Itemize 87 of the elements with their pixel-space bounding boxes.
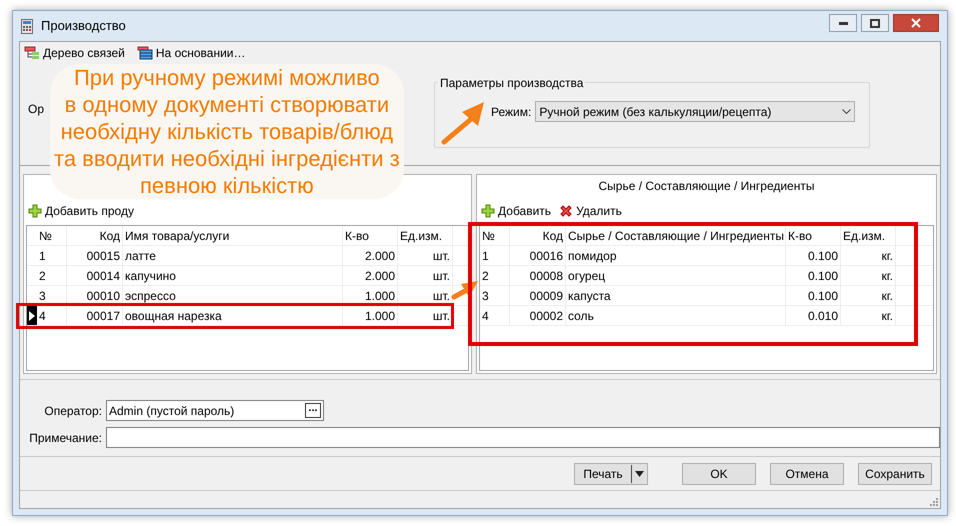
table-cell-text: 00017 <box>86 308 120 324</box>
close-button[interactable] <box>893 14 939 32</box>
plus-icon <box>481 204 496 218</box>
column-header[interactable]: № <box>39 226 52 244</box>
plus-icon <box>28 204 42 218</box>
close-icon <box>911 18 921 28</box>
mode-dropdown[interactable]: Ручной режим (без калькуляции/рецепта) <box>535 101 856 122</box>
dialog-button[interactable]: Сохранить <box>858 462 932 484</box>
table-cell-text: шт. <box>432 288 450 304</box>
table-cell-text: 2 <box>39 268 46 284</box>
delete-button[interactable]: Удалить <box>559 202 622 220</box>
column-header[interactable]: Ед.изм. <box>400 226 442 244</box>
operator-field[interactable]: Admin (пустой пароль) ... <box>106 400 324 421</box>
dialog-button[interactable]: OK <box>682 462 756 484</box>
column-header[interactable]: Ед.изм. <box>843 226 886 244</box>
calculator-icon <box>21 18 33 34</box>
table-cell-text: помидор <box>568 248 616 264</box>
table-cell-text: 00014 <box>86 268 120 284</box>
maximize-button[interactable] <box>861 14 889 32</box>
cross-icon <box>559 204 574 218</box>
annotation-callout: При ручному режимі можливо в одному документі створювати необхідну кількість товарів/блюд та вводити необхідні інгредієнти з певною кількістю <box>50 64 404 199</box>
table-cell-text: 00015 <box>86 248 120 264</box>
toolbar-button[interactable]: На основании… <box>136 44 246 62</box>
table-cell-text: 1 <box>39 248 46 264</box>
table-cell-text: шт. <box>432 308 450 324</box>
table-cell-text: 00016 <box>530 248 564 264</box>
table-cell-text: 4 <box>39 308 46 324</box>
note-field[interactable] <box>106 427 940 448</box>
table-cell-text: эспрессо <box>125 288 176 304</box>
column-header[interactable]: № <box>482 226 495 244</box>
minimize-icon <box>838 22 848 24</box>
table-cell-text: латте <box>125 248 156 264</box>
table-cell-text: шт. <box>432 248 450 264</box>
row-pointer-icon <box>27 306 37 325</box>
window-title: Производство <box>41 17 126 36</box>
operator-label: Оператор: <box>43 402 102 420</box>
mode-label: Режим: <box>491 104 532 120</box>
stack-icon <box>136 46 153 60</box>
table-cell-text: 1 <box>482 248 489 264</box>
table-cell-text: 00009 <box>530 288 564 304</box>
column-header[interactable]: Код <box>100 226 120 244</box>
table-cell-text: 0.100 <box>808 268 838 284</box>
table-cell-text: 1.000 <box>364 308 395 324</box>
table-cell-text: кг. <box>882 268 894 284</box>
add-button[interactable]: Добавить проду <box>28 202 134 220</box>
column-header[interactable]: Сырье / Составляющие / Ингредиенты <box>568 226 784 244</box>
caret-down-icon <box>635 470 644 476</box>
table-cell-text: 4 <box>482 308 489 324</box>
table-cell-text: 0.100 <box>808 248 838 264</box>
table-cell-text: 00010 <box>86 288 120 304</box>
tree-icon <box>24 46 40 60</box>
table-cell-text: кг. <box>882 288 894 304</box>
chevron-down-icon <box>842 109 852 114</box>
table-cell-text: 00008 <box>530 268 564 284</box>
arrow <box>451 278 479 300</box>
table-cell-text: капуста <box>568 288 611 304</box>
table-cell-text: шт. <box>432 268 450 284</box>
maximize-icon <box>870 18 880 28</box>
table-cell-text: огурец <box>568 268 606 284</box>
column-header[interactable]: Имя товара/услуги <box>125 226 230 244</box>
note-label: Примечание: <box>28 430 102 446</box>
table-cell-text: 2 <box>482 268 489 284</box>
table-cell-text: овощная нарезка <box>125 308 222 324</box>
toolbar-button[interactable]: Дерево связей <box>24 44 125 62</box>
field-label: Ор <box>28 101 44 118</box>
table-cell-text: соль <box>568 308 594 324</box>
minimize-button[interactable] <box>829 14 857 32</box>
table-cell-text: 3 <box>482 288 489 304</box>
browse-button[interactable]: ... <box>305 403 321 418</box>
add-button[interactable]: Добавить <box>481 202 552 220</box>
panel-title: Сырье / Составляющие / Ингредиенты <box>598 178 814 195</box>
table-cell-text: кг. <box>882 308 894 324</box>
table-cell-text: 2.000 <box>364 268 395 284</box>
table-cell-text: 3 <box>39 288 46 304</box>
table-cell-text: 0.100 <box>808 288 838 304</box>
dialog-button[interactable]: Отмена <box>770 462 844 484</box>
table-cell-text: капучино <box>125 268 176 284</box>
resize-grip-icon <box>930 498 938 506</box>
dialog-button[interactable]: Печать <box>574 462 648 484</box>
column-header[interactable]: Код <box>542 226 564 244</box>
table-cell-text: 0.010 <box>808 308 838 324</box>
table-cell-text: 1.000 <box>364 288 395 304</box>
table-cell-text: кг. <box>882 248 894 264</box>
table-cell-text: 2.000 <box>364 248 395 264</box>
column-header[interactable]: К-во <box>345 226 369 244</box>
table-cell-text: 00002 <box>530 308 564 324</box>
column-header[interactable]: К-во <box>788 226 812 244</box>
